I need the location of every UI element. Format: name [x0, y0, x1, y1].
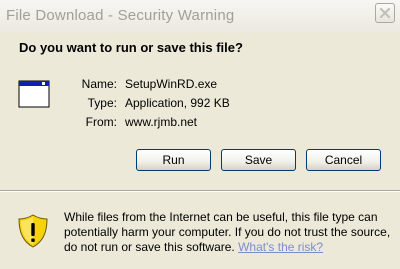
window-title: File Download - Security Warning	[6, 7, 235, 24]
run-button[interactable]: Run	[136, 149, 211, 171]
file-name-value: SetupWinRD.exe	[125, 77, 218, 91]
file-type-label: Type:	[87, 96, 117, 110]
close-icon	[379, 7, 391, 19]
section-divider	[0, 190, 400, 192]
warning-message: While files from the Internet can be use…	[64, 210, 394, 255]
file-name-label: Name:	[81, 77, 117, 91]
warning-text: While files from the Internet can be use…	[64, 210, 391, 254]
whats-the-risk-link[interactable]: What's the risk?	[238, 240, 323, 254]
dialog-question: Do you want to run or save this file?	[19, 40, 243, 55]
title-bar: File Download - Security Warning	[0, 0, 400, 32]
file-source-value: www.rjmb.net	[125, 115, 198, 129]
security-shield-warning-icon	[18, 214, 48, 248]
close-button[interactable]	[375, 3, 395, 23]
save-button[interactable]: Save	[221, 149, 296, 171]
application-window-icon	[18, 80, 50, 108]
file-type-value: Application, 992 KB	[125, 96, 230, 110]
file-source-label: From:	[85, 115, 117, 129]
cancel-button[interactable]: Cancel	[306, 149, 381, 171]
